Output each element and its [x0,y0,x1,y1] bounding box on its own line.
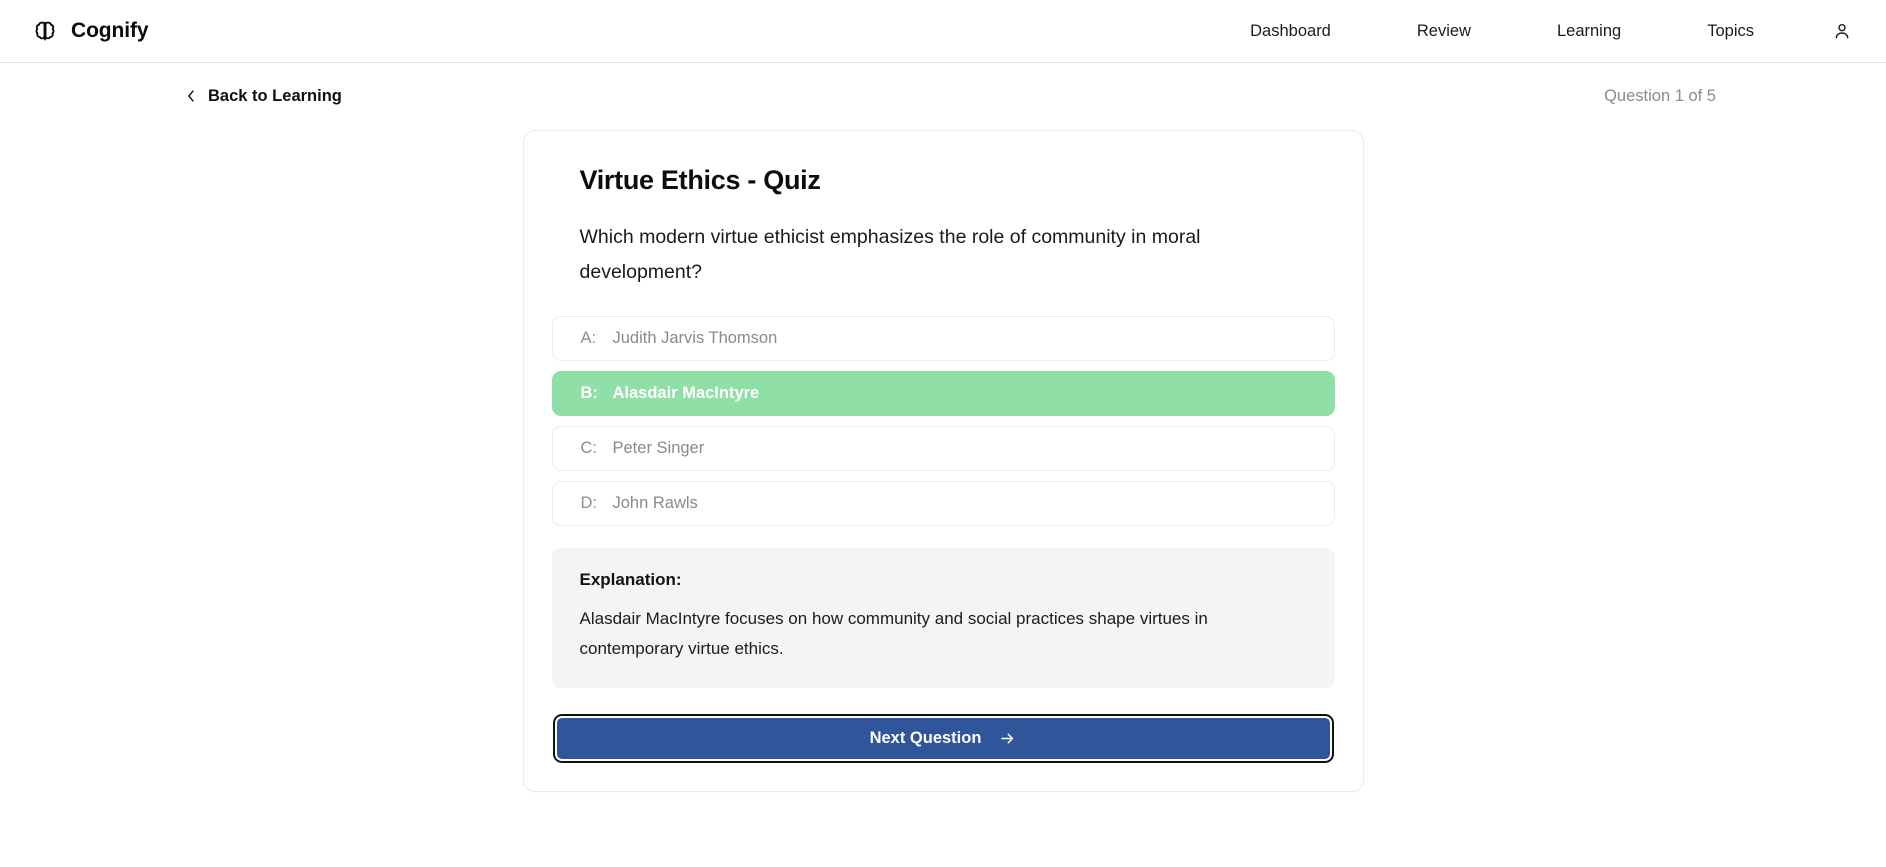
option-text: Alasdair MacIntyre [612,384,760,402]
option-letter: B: [580,384,598,402]
nav-item-learning[interactable]: Learning [1514,22,1664,41]
question-counter: Question 1 of 5 [1604,86,1716,105]
next-question-label: Next Question [869,729,982,747]
option-letter: C: [580,439,598,457]
brand-logo[interactable]: Cognify [32,18,149,44]
brand-name: Cognify [71,19,149,42]
top-navigation-bar: Cognify Dashboard Review Learning Topics [0,0,1886,63]
nav-item-topics[interactable]: Topics [1664,22,1797,41]
user-account-icon [1832,21,1852,41]
quiz-card-container: Virtue Ethics - Quiz Which modern virtue… [0,129,1886,792]
next-question-button[interactable]: Next Question [552,714,1334,763]
explanation-label: Explanation: [579,570,682,589]
option-letter: D: [580,494,598,512]
answer-option-a[interactable]: A: Judith Jarvis Thomson [551,316,1335,361]
answer-option-c[interactable]: C: Peter Singer [551,426,1335,471]
explanation-body: Alasdair MacIntyre focuses on how commun… [579,609,1208,658]
nav-links: Dashboard Review Learning Topics [1207,21,1856,41]
user-account-button[interactable] [1797,21,1856,41]
answer-options-list: A: Judith Jarvis Thomson B: Alasdair Mac… [551,316,1335,526]
brain-icon [32,18,58,44]
explanation-panel: Explanation: Alasdair MacIntyre focuses … [551,548,1335,688]
option-text: Judith Jarvis Thomson [612,329,778,347]
back-to-learning-link[interactable]: Back to Learning [185,87,342,106]
nav-item-review[interactable]: Review [1374,22,1514,41]
quiz-card: Virtue Ethics - Quiz Which modern virtue… [522,130,1364,792]
sub-header: Back to Learning Question 1 of 5 [0,63,1886,129]
quiz-question-text: Which modern virtue ethicist emphasizes … [579,226,1201,283]
next-button-container: Next Question [552,714,1335,763]
option-text: John Rawls [612,494,698,512]
chevron-left-icon [185,89,197,103]
option-letter: A: [580,329,597,347]
nav-item-dashboard[interactable]: Dashboard [1207,22,1374,41]
quiz-title: Virtue Ethics - Quiz [579,165,821,195]
answer-option-b[interactable]: B: Alasdair MacIntyre [551,371,1335,416]
answer-option-d[interactable]: D: John Rawls [551,481,1335,526]
option-text: Peter Singer [612,439,705,457]
arrow-right-icon [999,730,1016,747]
back-to-learning-label: Back to Learning [208,86,342,105]
